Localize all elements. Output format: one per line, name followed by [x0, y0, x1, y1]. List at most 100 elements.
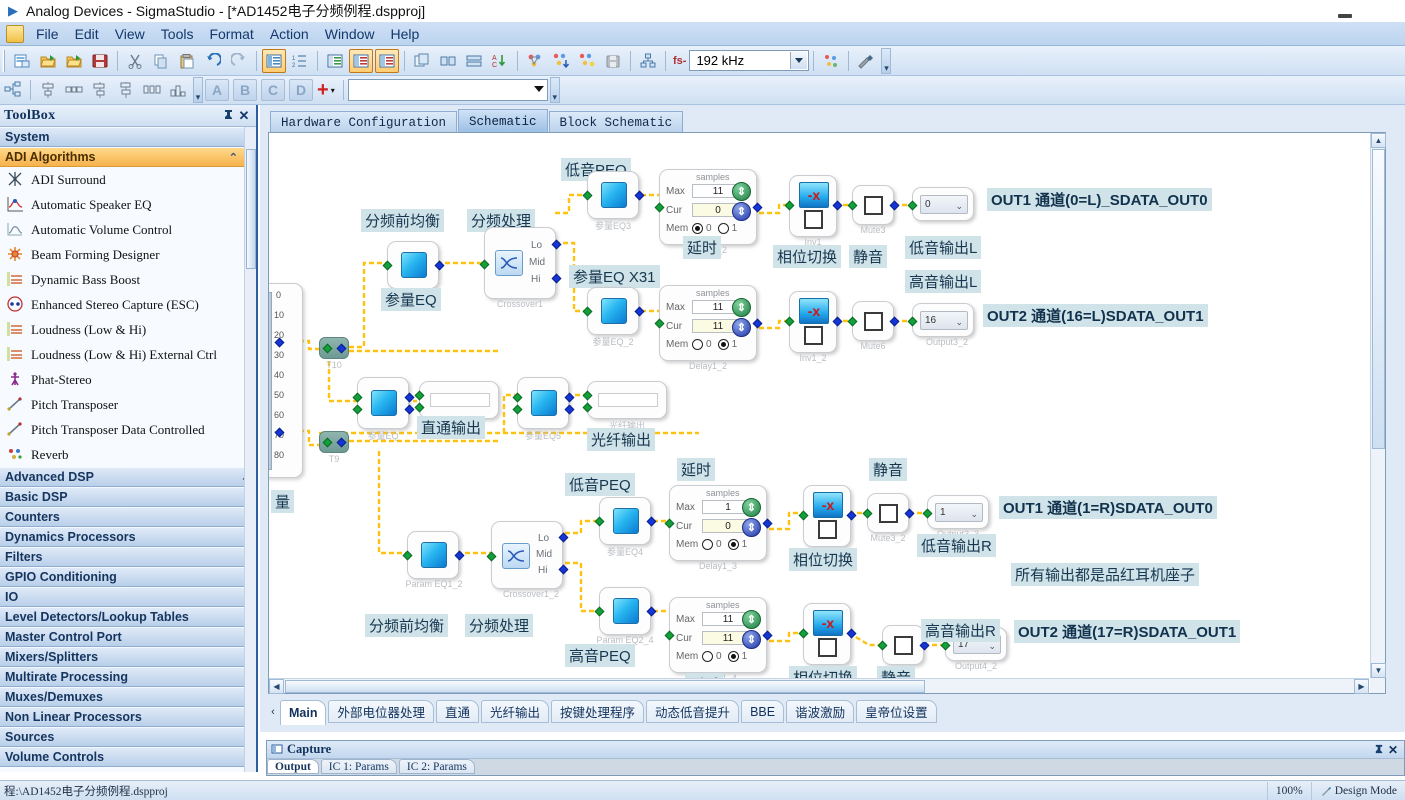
t10-in-port[interactable]	[323, 344, 333, 354]
menu-file[interactable]: File	[28, 24, 67, 44]
toolbox-item-automatic-speaker-eq[interactable]: Automatic Speaker EQ	[0, 192, 256, 217]
t10-node[interactable]	[319, 337, 349, 359]
t9-out-port[interactable]	[337, 438, 347, 448]
output-bass-r-node[interactable]: 1 ⌄	[927, 495, 989, 529]
add-preset-button[interactable]: +	[315, 82, 331, 98]
chevron-up-icon[interactable]: ⌃	[229, 149, 238, 168]
sheet-tab-bbe[interactable]: BBE	[741, 700, 784, 723]
align-center-h-icon[interactable]	[62, 78, 86, 102]
tab-schematic[interactable]: Schematic	[458, 109, 548, 132]
delay-bottom-2-mem-radio-1[interactable]	[728, 651, 739, 662]
optical-out-node[interactable]	[587, 381, 667, 419]
inv1-node[interactable]: -x	[789, 175, 837, 237]
toolbox-group-advanced-dsp[interactable]: Advanced DSP ⌄	[0, 467, 256, 487]
delay-top-2-node[interactable]: samples Max 11 Cur 11 Mem 0 1	[659, 285, 757, 361]
delay-bottom-1-node[interactable]: samples Max 1 Cur 0 Mem 0 1	[669, 485, 767, 561]
tab-block-schematic[interactable]: Block Schematic	[549, 111, 684, 132]
toolbox-group-non-linear-processors[interactable]: Non Linear Processors	[0, 707, 256, 727]
chevron-down-icon[interactable]	[790, 52, 807, 69]
mute6-2-checkbox[interactable]	[894, 636, 913, 655]
toolbox-group-mixers-splitters[interactable]: Mixers/Splitters	[0, 647, 256, 667]
preset-a-button[interactable]: A	[205, 79, 229, 101]
save-to-device-icon[interactable]	[601, 49, 625, 73]
capture-tab-ic2-params[interactable]: IC 2: Params	[399, 759, 475, 774]
delay-top-1-mem-radio-0[interactable]	[692, 223, 703, 234]
toolbox-item-loudness-low-hi[interactable]: Loudness (Low & Hi)	[0, 317, 256, 342]
sheet-tabs-prev-button[interactable]: ‹	[266, 700, 280, 723]
toolbox-pin-icon[interactable]	[220, 108, 236, 123]
menu-window[interactable]: Window	[317, 24, 383, 44]
output-bass-l-combo[interactable]: 0 ⌄	[920, 195, 968, 214]
capture-view-icon[interactable]	[375, 49, 399, 73]
mute3-2-node[interactable]	[867, 493, 909, 533]
capture-pin-icon[interactable]	[1372, 743, 1386, 757]
toolbox-group-gpio-conditioning[interactable]: GPIO Conditioning	[0, 567, 256, 587]
preset-d-button[interactable]: D	[289, 79, 313, 101]
inv1-3-node[interactable]: -x	[803, 485, 851, 547]
auto-arrange-icon[interactable]	[1, 78, 25, 102]
toolbox-group-counters[interactable]: Counters	[0, 507, 256, 527]
toolbox-scrollbar-thumb[interactable]	[246, 149, 256, 269]
inv1-4-checkbox[interactable]	[818, 638, 837, 657]
toolbox-close-icon[interactable]: ✕	[236, 108, 252, 124]
sheet-tab-optical-output[interactable]: 光纤输出	[481, 700, 549, 723]
toolbar-grip[interactable]	[2, 50, 6, 72]
inv1-2-checkbox[interactable]	[804, 326, 823, 345]
preset-chevron-down-icon[interactable]	[534, 86, 544, 92]
toolbox-item-enhanced-stereo-capture[interactable]: Enhanced Stereo Capture (ESC)	[0, 292, 256, 317]
mute6-checkbox[interactable]	[864, 312, 883, 331]
scroll-up-icon[interactable]: ▲	[1371, 133, 1386, 148]
t10-out-port[interactable]	[337, 344, 347, 354]
param-eq-top-node[interactable]	[387, 241, 439, 289]
register-view-icon[interactable]	[349, 49, 373, 73]
mute6-2-node[interactable]	[882, 625, 924, 665]
cut-icon[interactable]	[123, 49, 147, 73]
crossover1-node[interactable]: Lo Mid Hi	[484, 227, 556, 299]
toolbox-item-dynamic-bass-boost[interactable]: Dynamic Bass Boost	[0, 267, 256, 292]
param-eq5-node[interactable]	[517, 377, 569, 429]
delay-top-2-cur-spinner[interactable]: ⇕	[732, 318, 751, 337]
canvas-vscroll-thumb[interactable]	[1372, 149, 1385, 449]
mute3-node[interactable]	[852, 185, 894, 225]
param-eq1-2-node[interactable]	[407, 531, 459, 579]
scroll-right-icon[interactable]: ▶	[1354, 679, 1369, 694]
delay-bottom-1-mem-radio-0[interactable]	[702, 539, 713, 550]
toolbox-group-adi-algorithms[interactable]: ADI Algorithms ⌃	[0, 147, 244, 167]
menu-format[interactable]: Format	[201, 24, 261, 44]
save-icon[interactable]	[88, 49, 112, 73]
toolbox-group-master-control-port[interactable]: Master Control Port	[0, 627, 256, 647]
toolbar-overflow-button[interactable]	[881, 48, 891, 74]
align-right-icon[interactable]	[88, 78, 112, 102]
compile-run-icon[interactable]	[575, 49, 599, 73]
capture-tab-output[interactable]: Output	[267, 759, 319, 774]
crossover1-2-node[interactable]: Lo Mid Hi	[491, 521, 563, 589]
tab-hardware-configuration[interactable]: Hardware Configuration	[270, 111, 457, 132]
sort-alpha-icon[interactable]: A C	[488, 49, 512, 73]
inv1-4-node[interactable]: -x	[803, 603, 851, 665]
param-eq-2-node[interactable]	[587, 287, 639, 335]
delay-top-2-max-spinner[interactable]: ⇕	[732, 298, 751, 317]
toolbox-item-automatic-volume-control[interactable]: Automatic Volume Control	[0, 217, 256, 242]
delay-bottom-1-cur-spinner[interactable]: ⇕	[742, 518, 761, 537]
inv1-checkbox[interactable]	[804, 210, 823, 229]
preset-c-button[interactable]: C	[261, 79, 285, 101]
sheet-tab-sweet-spot[interactable]: 皇帝位设置	[856, 700, 937, 723]
duplicate-icon[interactable]	[410, 49, 434, 73]
open-project-icon[interactable]	[36, 49, 60, 73]
redo-icon[interactable]	[227, 49, 251, 73]
sample-rate-combo[interactable]: 192 kHz	[689, 50, 809, 71]
capture-tab-ic1-params[interactable]: IC 1: Params	[321, 759, 397, 774]
canvas-vertical-scrollbar[interactable]: ▲ ▼	[1370, 133, 1385, 678]
canvas-hscroll-thumb[interactable]	[285, 680, 925, 693]
toolbox-group-level-detectors[interactable]: Level Detectors/Lookup Tables	[0, 607, 256, 627]
add-preset-dropdown-icon[interactable]: ▾	[331, 86, 339, 95]
preset-name-input[interactable]	[348, 79, 548, 101]
param-eq-mid-node[interactable]	[357, 377, 409, 429]
mute6-node[interactable]	[852, 301, 894, 341]
output-treble-l-node[interactable]: 16 ⌄	[912, 303, 974, 337]
sheet-tab-main[interactable]: Main	[280, 700, 326, 725]
volume-meter-node[interactable]: 0 10 20 30 40 50 60 70 80	[269, 283, 303, 478]
toolbox-item-pitch-transposer-data-controlled[interactable]: Pitch Transposer Data Controlled	[0, 417, 256, 442]
mute3-2-checkbox[interactable]	[879, 504, 898, 523]
delay-top-1-max-spinner[interactable]: ⇕	[732, 182, 751, 201]
